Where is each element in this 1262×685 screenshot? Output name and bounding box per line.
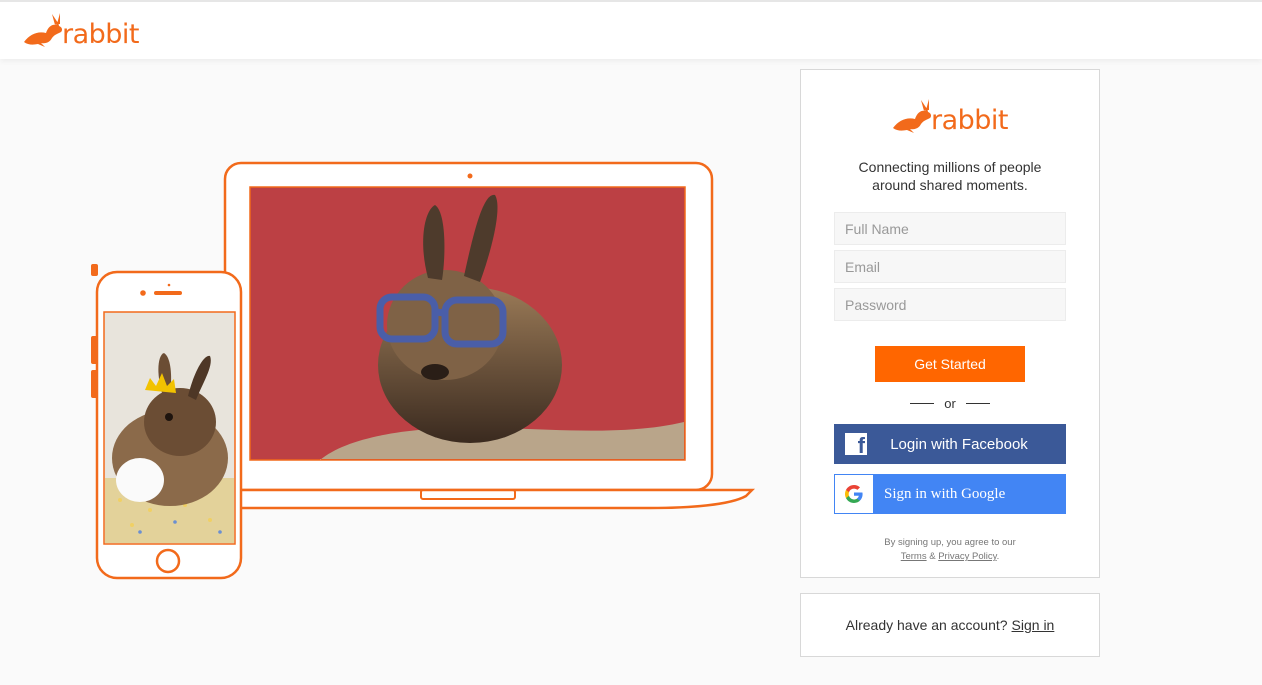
get-started-button[interactable]: Get Started	[875, 346, 1025, 382]
rabbit-logo-icon	[893, 99, 932, 133]
signup-card: rabbit Connecting millions of people aro…	[800, 69, 1100, 578]
google-signin-button[interactable]: Sign in with Google	[834, 474, 1066, 514]
rabbit-logo-icon	[24, 13, 63, 47]
phone-screen-image	[103, 311, 236, 545]
legal-links: Terms & Privacy Policy.	[801, 550, 1099, 564]
full-name-input[interactable]	[834, 212, 1066, 245]
signin-prompt: Already have an account?	[845, 617, 1008, 633]
devices-illustration	[91, 161, 756, 580]
tagline-line-1: Connecting millions of people	[858, 159, 1042, 175]
divider-line	[910, 403, 935, 404]
laptop-screen-image	[249, 186, 686, 461]
brand-wordmark: rabbit	[931, 105, 1009, 136]
legal-notice: By signing up, you agree to our Terms & …	[801, 536, 1099, 564]
header-logo[interactable]: rabbit	[22, 12, 140, 50]
hero-illustration	[90, 160, 760, 585]
privacy-policy-link[interactable]: Privacy Policy	[938, 551, 996, 562]
facebook-login-label: Login with Facebook	[890, 435, 1028, 453]
or-label: or	[944, 396, 956, 411]
tagline-line-2: around shared moments.	[872, 177, 1028, 193]
tagline: Connecting millions of people around sha…	[801, 158, 1099, 194]
signin-link[interactable]: Sign in	[1012, 617, 1055, 633]
facebook-login-button[interactable]: f Login with Facebook	[834, 424, 1066, 464]
divider-line	[965, 403, 990, 404]
card-logo: rabbit	[891, 98, 1009, 136]
email-input[interactable]	[834, 250, 1066, 283]
password-input[interactable]	[834, 288, 1066, 321]
legal-suffix: .	[996, 551, 1000, 562]
google-signin-label: Sign in with Google	[884, 485, 1006, 502]
top-header: rabbit	[0, 0, 1262, 59]
legal-and: &	[929, 551, 936, 562]
brand-wordmark: rabbit	[62, 19, 140, 50]
legal-prefix: By signing up, you agree to our	[884, 537, 1016, 548]
facebook-icon: f	[845, 433, 867, 457]
google-icon	[835, 475, 873, 513]
signin-card: Already have an account? Sign in	[800, 593, 1100, 657]
terms-link[interactable]: Terms	[901, 551, 927, 562]
or-divider: or	[801, 396, 1099, 411]
